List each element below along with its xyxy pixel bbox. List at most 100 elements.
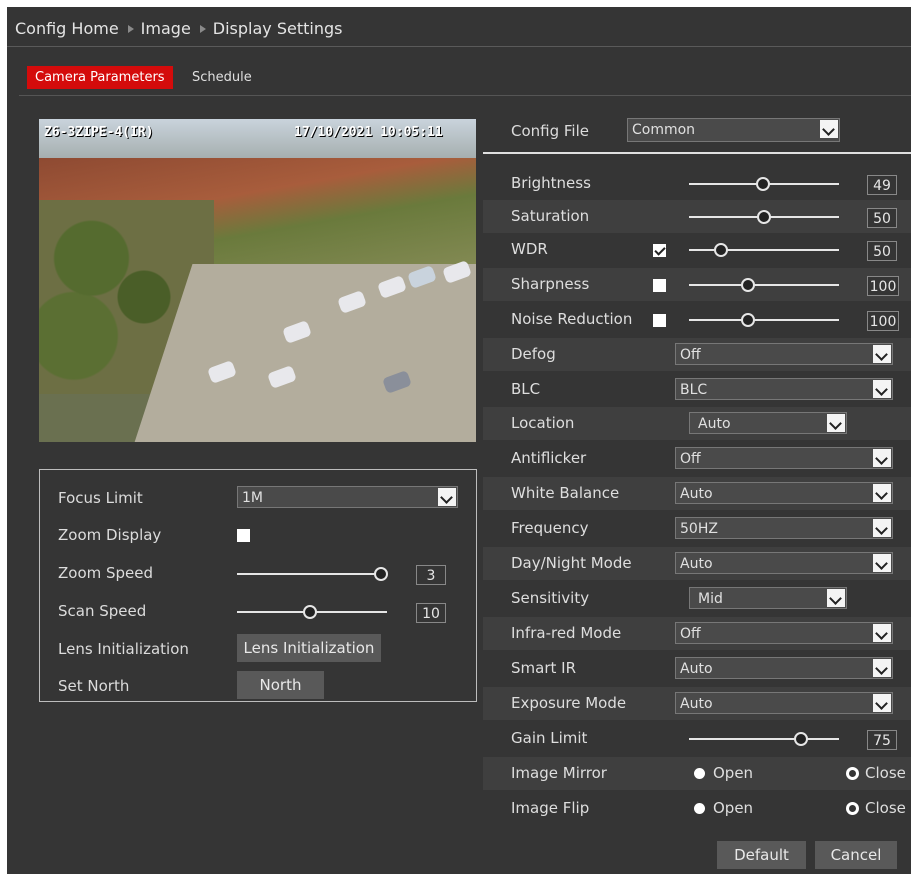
day-night-row: Day/Night Mode Auto bbox=[483, 547, 911, 580]
sensitivity-row: Sensitivity Mid bbox=[483, 582, 911, 615]
scan-speed-label: Scan Speed bbox=[58, 602, 147, 620]
brightness-value[interactable]: 49 bbox=[867, 175, 897, 195]
tab-camera-parameters[interactable]: Camera Parameters bbox=[27, 66, 173, 89]
wdr-slider[interactable] bbox=[689, 243, 839, 257]
day-night-label: Day/Night Mode bbox=[511, 554, 632, 572]
gain-limit-slider[interactable] bbox=[689, 732, 839, 746]
smart-ir-select[interactable]: Auto bbox=[675, 657, 893, 679]
wdr-value[interactable]: 50 bbox=[867, 241, 897, 261]
sharpness-value[interactable]: 100 bbox=[867, 276, 899, 296]
display-settings-panel: Config Home Image Display Settings Camera … bbox=[7, 7, 911, 874]
north-button[interactable]: North bbox=[237, 671, 324, 699]
chevron-down-icon bbox=[873, 449, 891, 467]
antiflicker-label: Antiflicker bbox=[511, 449, 587, 467]
defog-select[interactable]: Off bbox=[675, 343, 893, 365]
breadcrumb-image[interactable]: Image bbox=[141, 19, 191, 38]
flip-open-radio[interactable] bbox=[694, 803, 705, 814]
blc-select[interactable]: BLC bbox=[675, 378, 893, 400]
smart-ir-value: Auto bbox=[680, 661, 713, 677]
breadcrumb-config-home[interactable]: Config Home bbox=[15, 19, 119, 38]
mirror-close-radio[interactable] bbox=[846, 767, 859, 780]
wdr-checkbox[interactable] bbox=[653, 244, 666, 257]
focus-limit-select[interactable]: 1M bbox=[237, 486, 458, 508]
slider-handle[interactable] bbox=[303, 605, 317, 619]
defog-label: Defog bbox=[511, 345, 556, 363]
focus-limit-label: Focus Limit bbox=[58, 489, 143, 507]
sharpness-label: Sharpness bbox=[511, 275, 590, 293]
chevron-down-icon bbox=[873, 659, 891, 677]
cancel-button[interactable]: Cancel bbox=[815, 841, 897, 869]
image-mirror-row: Image Mirror Open Close bbox=[483, 757, 911, 790]
breadcrumb: Config Home Image Display Settings bbox=[15, 19, 342, 38]
exposure-mode-value: Auto bbox=[680, 696, 713, 712]
exposure-mode-label: Exposure Mode bbox=[511, 694, 627, 712]
divider bbox=[19, 95, 911, 96]
osd-timestamp: 17/10/2021 10:05:11 bbox=[294, 125, 443, 140]
flip-close-radio[interactable] bbox=[846, 802, 859, 815]
antiflicker-select[interactable]: Off bbox=[675, 447, 893, 469]
mirror-close-label: Close bbox=[865, 764, 906, 782]
frequency-row: Frequency 50HZ bbox=[483, 512, 911, 545]
slider-handle[interactable] bbox=[756, 177, 770, 191]
default-button[interactable]: Default bbox=[717, 841, 806, 869]
slider-handle[interactable] bbox=[714, 243, 728, 257]
sharpness-checkbox[interactable] bbox=[653, 279, 666, 292]
saturation-value[interactable]: 50 bbox=[867, 208, 897, 228]
slider-handle[interactable] bbox=[741, 278, 755, 292]
lens-control-group: Focus Limit 1M Zoom Display Zoom Speed 3… bbox=[39, 469, 477, 702]
zoom-speed-value[interactable]: 3 bbox=[416, 565, 446, 585]
noise-reduction-value[interactable]: 100 bbox=[867, 311, 899, 331]
live-video-preview[interactable]: Z6-3ZIPE-4(IR) 17/10/2021 10:05:11 bbox=[39, 119, 476, 442]
tab-schedule[interactable]: Schedule bbox=[184, 66, 260, 89]
location-select[interactable]: Auto bbox=[689, 412, 847, 434]
divider bbox=[483, 152, 911, 154]
noise-reduction-row: Noise Reduction 100 bbox=[483, 303, 911, 336]
config-file-select[interactable]: Common bbox=[627, 118, 840, 142]
zoom-speed-label: Zoom Speed bbox=[58, 564, 154, 582]
lens-init-button[interactable]: Lens Initialization bbox=[237, 634, 381, 662]
saturation-label: Saturation bbox=[511, 207, 590, 225]
sensitivity-label: Sensitivity bbox=[511, 589, 590, 607]
config-file-value: Common bbox=[632, 122, 696, 138]
frequency-select[interactable]: 50HZ bbox=[675, 517, 893, 539]
sensitivity-select[interactable]: Mid bbox=[689, 587, 847, 609]
noise-reduction-checkbox[interactable] bbox=[653, 314, 666, 327]
mirror-open-label: Open bbox=[713, 764, 754, 782]
slider-handle[interactable] bbox=[741, 313, 755, 327]
zoom-speed-slider[interactable] bbox=[237, 567, 388, 581]
exposure-mode-select[interactable]: Auto bbox=[675, 692, 893, 714]
location-label: Location bbox=[511, 414, 575, 432]
brightness-row: Brightness 49 bbox=[483, 167, 911, 200]
image-flip-label: Image Flip bbox=[511, 799, 590, 817]
saturation-slider[interactable] bbox=[689, 210, 839, 224]
scan-speed-value[interactable]: 10 bbox=[416, 603, 446, 623]
divider bbox=[7, 46, 911, 47]
frequency-label: Frequency bbox=[511, 519, 589, 537]
wdr-row: WDR 50 bbox=[483, 233, 911, 266]
smart-ir-row: Smart IR Auto bbox=[483, 652, 911, 685]
chevron-down-icon bbox=[873, 694, 891, 712]
day-night-select[interactable]: Auto bbox=[675, 552, 893, 574]
lens-init-label: Lens Initialization bbox=[58, 640, 189, 658]
infra-red-label: Infra-red Mode bbox=[511, 624, 622, 642]
mirror-open-radio[interactable] bbox=[694, 768, 705, 779]
slider-handle[interactable] bbox=[794, 732, 808, 746]
gain-limit-row: Gain Limit 75 bbox=[483, 722, 911, 755]
sharpness-slider[interactable] bbox=[689, 278, 839, 292]
blc-value: BLC bbox=[680, 382, 708, 398]
breadcrumb-arrow-icon bbox=[127, 24, 134, 33]
noise-reduction-slider[interactable] bbox=[689, 313, 839, 327]
brightness-slider[interactable] bbox=[689, 177, 839, 191]
chevron-down-icon bbox=[873, 624, 891, 642]
scan-speed-slider[interactable] bbox=[237, 605, 387, 619]
slider-handle[interactable] bbox=[757, 210, 771, 224]
zoom-display-checkbox[interactable] bbox=[237, 529, 250, 542]
slider-handle[interactable] bbox=[374, 567, 388, 581]
gain-limit-value[interactable]: 75 bbox=[867, 730, 897, 750]
breadcrumb-arrow-icon bbox=[199, 24, 206, 33]
infra-red-select[interactable]: Off bbox=[675, 622, 893, 644]
white-balance-select[interactable]: Auto bbox=[675, 482, 893, 504]
exposure-mode-row: Exposure Mode Auto bbox=[483, 687, 911, 720]
smart-ir-label: Smart IR bbox=[511, 659, 576, 677]
white-balance-row: White Balance Auto bbox=[483, 477, 911, 510]
